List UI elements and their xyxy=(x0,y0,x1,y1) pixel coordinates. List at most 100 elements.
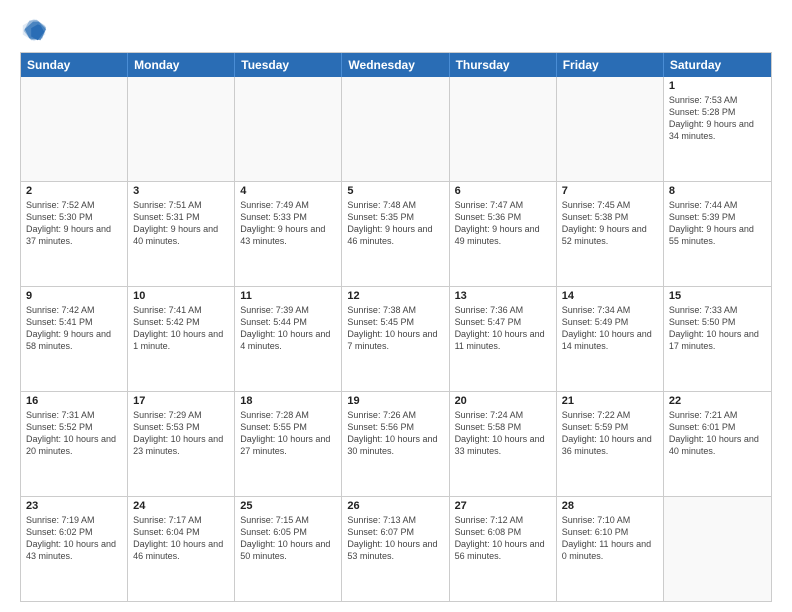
day-number: 3 xyxy=(133,185,229,197)
calendar-day-empty xyxy=(235,77,342,181)
day-number: 1 xyxy=(669,80,766,92)
day-info: Sunrise: 7:52 AM Sunset: 5:30 PM Dayligh… xyxy=(26,199,122,248)
day-number: 5 xyxy=(347,185,443,197)
calendar-day-empty xyxy=(21,77,128,181)
day-info: Sunrise: 7:38 AM Sunset: 5:45 PM Dayligh… xyxy=(347,304,443,353)
calendar-day-empty xyxy=(557,77,664,181)
calendar-day-11: 11 Sunrise: 7:39 AM Sunset: 5:44 PM Dayli… xyxy=(235,287,342,391)
calendar-body: 1 Sunrise: 7:53 AM Sunset: 5:28 PM Daylig… xyxy=(21,77,771,601)
calendar-day-25: 25 Sunrise: 7:15 AM Sunset: 6:05 PM Dayli… xyxy=(235,497,342,601)
calendar-day-14: 14 Sunrise: 7:34 AM Sunset: 5:49 PM Dayli… xyxy=(557,287,664,391)
day-info: Sunrise: 7:17 AM Sunset: 6:04 PM Dayligh… xyxy=(133,514,229,563)
calendar-week-2: 2 Sunrise: 7:52 AM Sunset: 5:30 PM Daylig… xyxy=(21,181,771,286)
calendar-day-5: 5Sunrise: 7:48 AM Sunset: 5:35 PM Daylig… xyxy=(342,182,449,286)
day-info: Sunrise: 7:39 AM Sunset: 5:44 PM Dayligh… xyxy=(240,304,336,353)
day-number: 12 xyxy=(347,290,443,302)
day-info: Sunrise: 7:53 AM Sunset: 5:28 PM Dayligh… xyxy=(669,94,766,143)
header xyxy=(20,16,772,44)
day-info: Sunrise: 7:22 AM Sunset: 5:59 PM Dayligh… xyxy=(562,409,658,458)
day-number: 28 xyxy=(562,500,658,512)
calendar-day-10: 10 Sunrise: 7:41 AM Sunset: 5:42 PM Dayli… xyxy=(128,287,235,391)
day-info: Sunrise: 7:13 AM Sunset: 6:07 PM Dayligh… xyxy=(347,514,443,563)
calendar-day-17: 17 Sunrise: 7:29 AM Sunset: 5:53 PM Dayli… xyxy=(128,392,235,496)
logo-icon xyxy=(20,16,48,44)
day-info: Sunrise: 7:44 AM Sunset: 5:39 PM Dayligh… xyxy=(669,199,766,248)
calendar-day-7: 7 Sunrise: 7:45 AM Sunset: 5:38 PM Daylig… xyxy=(557,182,664,286)
day-info: Sunrise: 7:26 AM Sunset: 5:56 PM Dayligh… xyxy=(347,409,443,458)
day-info: Sunrise: 7:19 AM Sunset: 6:02 PM Dayligh… xyxy=(26,514,122,563)
day-info: Sunrise: 7:29 AM Sunset: 5:53 PM Dayligh… xyxy=(133,409,229,458)
day-number: 14 xyxy=(562,290,658,302)
day-number: 16 xyxy=(26,395,122,407)
day-number: 19 xyxy=(347,395,443,407)
header-day-wednesday: Wednesday xyxy=(342,53,449,77)
header-day-saturday: Saturday xyxy=(664,53,771,77)
day-info: Sunrise: 7:31 AM Sunset: 5:52 PM Dayligh… xyxy=(26,409,122,458)
day-number: 24 xyxy=(133,500,229,512)
header-day-sunday: Sunday xyxy=(21,53,128,77)
day-info: Sunrise: 7:15 AM Sunset: 6:05 PM Dayligh… xyxy=(240,514,336,563)
calendar-day-3: 3 Sunrise: 7:51 AM Sunset: 5:31 PM Daylig… xyxy=(128,182,235,286)
calendar-day-28: 28 Sunrise: 7:10 AM Sunset: 6:10 PM Dayli… xyxy=(557,497,664,601)
day-number: 9 xyxy=(26,290,122,302)
calendar-day-20: 20Sunrise: 7:24 AM Sunset: 5:58 PM Dayli… xyxy=(450,392,557,496)
day-number: 17 xyxy=(133,395,229,407)
day-info: Sunrise: 7:41 AM Sunset: 5:42 PM Dayligh… xyxy=(133,304,229,353)
calendar-day-13: 13 Sunrise: 7:36 AM Sunset: 5:47 PM Dayli… xyxy=(450,287,557,391)
calendar-day-9: 9Sunrise: 7:42 AM Sunset: 5:41 PM Daylig… xyxy=(21,287,128,391)
calendar-week-3: 9Sunrise: 7:42 AM Sunset: 5:41 PM Daylig… xyxy=(21,286,771,391)
calendar-day-19: 19 Sunrise: 7:26 AM Sunset: 5:56 PM Dayli… xyxy=(342,392,449,496)
day-info: Sunrise: 7:24 AM Sunset: 5:58 PM Dayligh… xyxy=(455,409,551,458)
calendar-day-23: 23 Sunrise: 7:19 AM Sunset: 6:02 PM Dayli… xyxy=(21,497,128,601)
calendar-day-27: 27 Sunrise: 7:12 AM Sunset: 6:08 PM Dayli… xyxy=(450,497,557,601)
calendar-day-6: 6 Sunrise: 7:47 AM Sunset: 5:36 PM Daylig… xyxy=(450,182,557,286)
day-number: 10 xyxy=(133,290,229,302)
day-info: Sunrise: 7:47 AM Sunset: 5:36 PM Dayligh… xyxy=(455,199,551,248)
calendar-day-24: 24 Sunrise: 7:17 AM Sunset: 6:04 PM Dayli… xyxy=(128,497,235,601)
day-number: 27 xyxy=(455,500,551,512)
calendar-day-22: 22Sunrise: 7:21 AM Sunset: 6:01 PM Dayli… xyxy=(664,392,771,496)
calendar-day-12: 12 Sunrise: 7:38 AM Sunset: 5:45 PM Dayli… xyxy=(342,287,449,391)
calendar-header: SundayMondayTuesdayWednesdayThursdayFrid… xyxy=(21,53,771,77)
day-info: Sunrise: 7:51 AM Sunset: 5:31 PM Dayligh… xyxy=(133,199,229,248)
day-info: Sunrise: 7:28 AM Sunset: 5:55 PM Dayligh… xyxy=(240,409,336,458)
day-number: 25 xyxy=(240,500,336,512)
calendar-day-empty xyxy=(342,77,449,181)
calendar-day-21: 21 Sunrise: 7:22 AM Sunset: 5:59 PM Dayli… xyxy=(557,392,664,496)
header-day-monday: Monday xyxy=(128,53,235,77)
calendar: SundayMondayTuesdayWednesdayThursdayFrid… xyxy=(20,52,772,602)
day-number: 4 xyxy=(240,185,336,197)
day-info: Sunrise: 7:34 AM Sunset: 5:49 PM Dayligh… xyxy=(562,304,658,353)
day-number: 21 xyxy=(562,395,658,407)
day-number: 26 xyxy=(347,500,443,512)
calendar-week-4: 16 Sunrise: 7:31 AM Sunset: 5:52 PM Dayli… xyxy=(21,391,771,496)
calendar-day-empty xyxy=(664,497,771,601)
header-day-thursday: Thursday xyxy=(450,53,557,77)
header-day-tuesday: Tuesday xyxy=(235,53,342,77)
calendar-day-16: 16 Sunrise: 7:31 AM Sunset: 5:52 PM Dayli… xyxy=(21,392,128,496)
calendar-week-1: 1 Sunrise: 7:53 AM Sunset: 5:28 PM Daylig… xyxy=(21,77,771,181)
calendar-day-4: 4 Sunrise: 7:49 AM Sunset: 5:33 PM Daylig… xyxy=(235,182,342,286)
day-number: 7 xyxy=(562,185,658,197)
day-number: 13 xyxy=(455,290,551,302)
day-number: 11 xyxy=(240,290,336,302)
day-number: 2 xyxy=(26,185,122,197)
day-number: 23 xyxy=(26,500,122,512)
day-number: 18 xyxy=(240,395,336,407)
day-info: Sunrise: 7:49 AM Sunset: 5:33 PM Dayligh… xyxy=(240,199,336,248)
day-info: Sunrise: 7:36 AM Sunset: 5:47 PM Dayligh… xyxy=(455,304,551,353)
calendar-day-18: 18 Sunrise: 7:28 AM Sunset: 5:55 PM Dayli… xyxy=(235,392,342,496)
logo xyxy=(20,16,52,44)
day-number: 15 xyxy=(669,290,766,302)
day-info: Sunrise: 7:12 AM Sunset: 6:08 PM Dayligh… xyxy=(455,514,551,563)
page: SundayMondayTuesdayWednesdayThursdayFrid… xyxy=(0,0,792,612)
calendar-day-empty xyxy=(450,77,557,181)
day-info: Sunrise: 7:10 AM Sunset: 6:10 PM Dayligh… xyxy=(562,514,658,563)
calendar-day-2: 2 Sunrise: 7:52 AM Sunset: 5:30 PM Daylig… xyxy=(21,182,128,286)
calendar-day-8: 8Sunrise: 7:44 AM Sunset: 5:39 PM Daylig… xyxy=(664,182,771,286)
day-number: 22 xyxy=(669,395,766,407)
day-info: Sunrise: 7:33 AM Sunset: 5:50 PM Dayligh… xyxy=(669,304,766,353)
day-info: Sunrise: 7:45 AM Sunset: 5:38 PM Dayligh… xyxy=(562,199,658,248)
day-number: 6 xyxy=(455,185,551,197)
calendar-day-15: 15 Sunrise: 7:33 AM Sunset: 5:50 PM Dayli… xyxy=(664,287,771,391)
